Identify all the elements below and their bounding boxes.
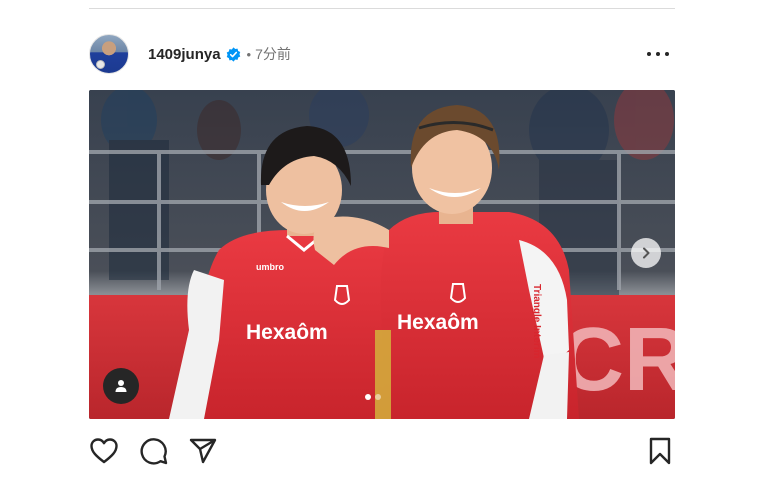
bookmark-icon[interactable] (645, 436, 675, 466)
user-tag-button[interactable] (103, 368, 139, 404)
time-separator: • (246, 46, 252, 62)
avatar-ball (96, 60, 105, 69)
sleeve-sponsor: Triangle Interim (531, 284, 542, 359)
feed-divider (89, 8, 675, 9)
carousel-dot (365, 394, 371, 400)
chevron-right-icon (643, 247, 650, 259)
left-jersey-brand: umbro (256, 262, 285, 272)
user-avatar[interactable] (89, 34, 129, 74)
left-jersey-sponsor: Hexaôm (246, 321, 328, 344)
post-username[interactable]: 1409junya (148, 46, 221, 63)
user-tag-icon (115, 380, 127, 392)
post-media[interactable]: CR Hexaôm umbro Hexaôm Triangle Interim (89, 90, 675, 419)
carousel-indicator (365, 394, 381, 400)
comment-icon[interactable] (139, 436, 169, 466)
more-options-icon[interactable] (647, 44, 669, 64)
share-icon[interactable] (188, 436, 218, 466)
more-dot (656, 52, 660, 56)
post-header: 1409junya • 7分前 (89, 32, 675, 76)
verified-badge-icon (226, 46, 241, 62)
post-actions (89, 436, 675, 466)
carousel-dot (375, 394, 381, 400)
heart-icon[interactable] (89, 436, 119, 466)
more-dot (647, 52, 651, 56)
more-dot (665, 52, 669, 56)
post-time[interactable]: 7分前 (255, 44, 291, 64)
carousel-next-button[interactable] (631, 238, 661, 268)
post-photo: CR Hexaôm umbro Hexaôm Triangle Interim (89, 90, 675, 419)
right-jersey-sponsor: Hexaôm (397, 311, 479, 334)
